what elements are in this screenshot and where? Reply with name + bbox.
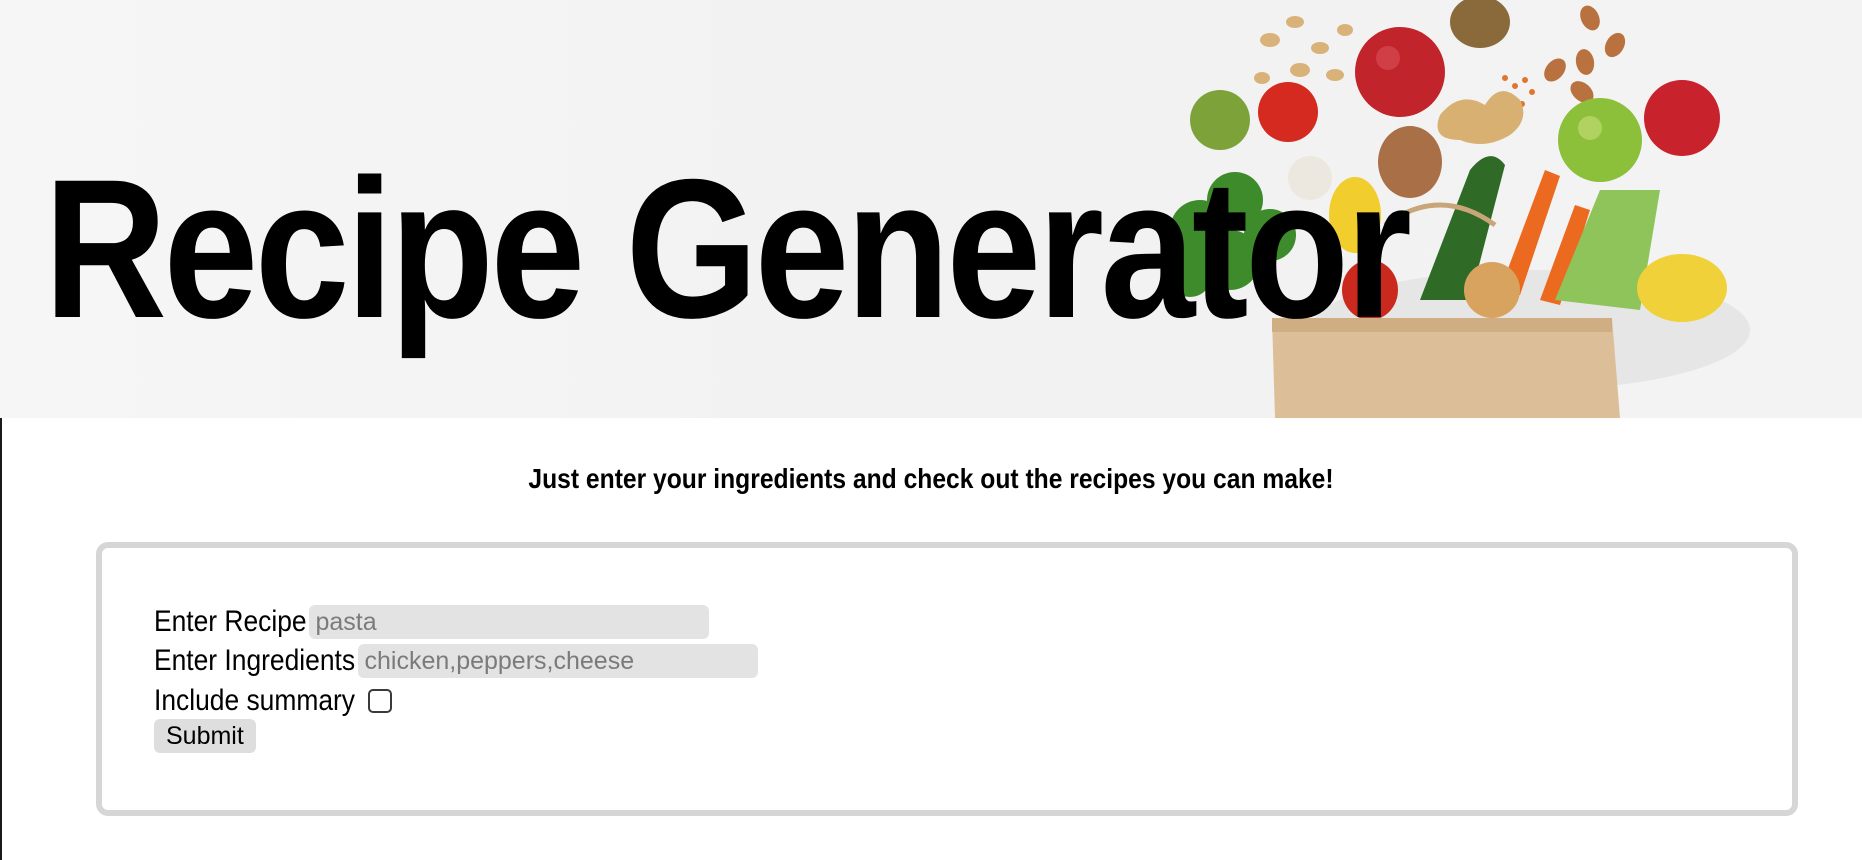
recipe-row: Enter Recipe [154,605,710,639]
ingredients-label: Enter Ingredients [154,644,356,677]
submit-row: Submit [154,719,256,753]
summary-label: Include summary [154,684,356,717]
summary-checkbox[interactable] [368,689,393,713]
hero-banner: Recipe Generator [0,0,1862,418]
page-title: Recipe Generator [44,138,1412,359]
summary-row: Include summary [154,684,393,718]
recipe-label: Enter Recipe [154,605,307,638]
recipe-form: Enter Recipe Enter Ingredients Include s… [96,542,1798,816]
recipe-input[interactable] [309,605,710,639]
ingredients-row: Enter Ingredients [154,644,759,678]
tagline: Just enter your ingredients and check ou… [528,463,1334,494]
ingredients-input[interactable] [358,644,759,678]
submit-button[interactable]: Submit [154,719,256,753]
